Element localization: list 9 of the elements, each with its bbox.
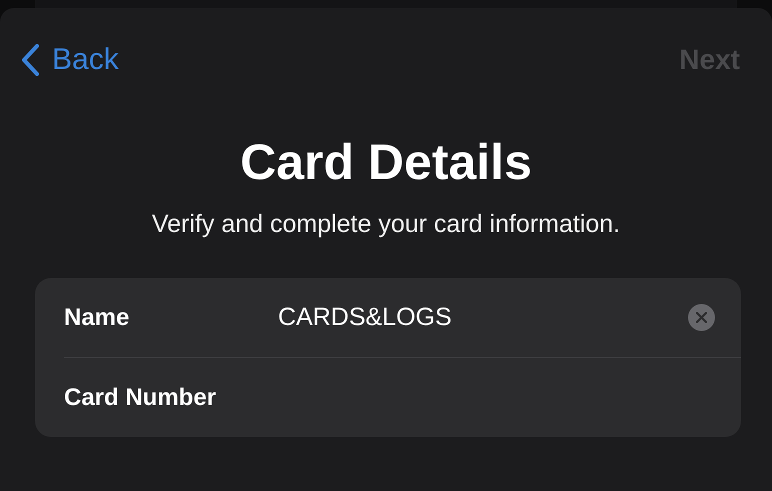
close-icon [696, 312, 707, 323]
subtitle: Verify and complete your card information. [150, 209, 622, 240]
field-label: Card Number [64, 384, 218, 412]
chevron-left-icon [20, 43, 40, 77]
page-title: Card Details [239, 133, 533, 192]
back-button[interactable]: Back [20, 43, 119, 77]
field-label: Name [64, 304, 130, 332]
clear-button[interactable] [688, 304, 715, 331]
input-field[interactable]: CARDS&LOGS [278, 303, 688, 332]
